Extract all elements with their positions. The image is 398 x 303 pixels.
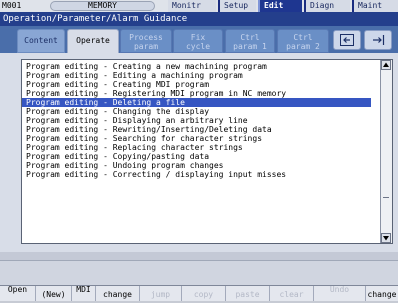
forward-arrow-icon [373,35,385,45]
tab-process-param-line2: param [133,42,159,51]
tab-operate-label: Operate [76,36,110,45]
menu-tab-setup[interactable]: Setup [218,0,256,12]
list-item[interactable]: Program editing - Rewriting/Inserting/De… [22,125,371,134]
list-item[interactable]: Program editing - Creating MDI program [22,80,371,89]
softkey-mdi[interactable]: MDI [72,286,96,301]
tab-ctrl-param-1-line1: Ctrl [240,33,260,42]
softkey-change-label: change [103,290,132,299]
guidance-tab-row: Content Operate Process param Fix cycle … [0,26,398,53]
list-item-selected[interactable]: Program editing - Deleting a file [22,98,371,107]
operation-mode-indicator: MEMORY [50,1,155,11]
softkey-new-label: (New) [41,290,66,299]
softkey-paste-label: paste [235,290,260,299]
back-arrow-icon [340,34,354,46]
softkey-jump-label: jump [150,290,171,299]
softkey-undo[interactable]: Undo [314,286,366,301]
list-item[interactable]: Program editing - Searching for characte… [22,134,371,143]
list-item[interactable]: Program editing - Replacing character st… [22,143,371,152]
tab-fix-cycle[interactable]: Fix cycle [173,29,223,53]
tab-ctrl-param-1[interactable]: Ctrl param 1 [225,29,275,53]
tab-fix-cycle-line1: Fix [190,33,206,42]
vertical-scrollbar[interactable] [380,60,392,243]
tab-content-label: Content [24,36,58,45]
tab-ctrl-param-2[interactable]: Ctrl param 2 [277,29,329,53]
softkey-open-label: Open [7,285,28,294]
forward-button[interactable] [364,30,392,50]
guidance-list-rows: Program editing - Creating a new machini… [22,62,371,179]
softkey-mode-change[interactable]: change [366,286,398,301]
tab-ctrl-param-2-line1: Ctrl [293,33,313,42]
message-bar [0,260,398,286]
scroll-position-marker[interactable] [383,197,389,198]
softkey-change[interactable]: change [96,286,140,301]
list-item[interactable]: Program editing - Correcting / displayin… [22,170,371,179]
guidance-panel: Program editing - Creating a new machini… [0,53,398,252]
menu-tab-diagn[interactable]: Diagn [304,0,350,12]
menu-tab-monitr[interactable]: Monitr [168,0,216,12]
softkey-mdi-label: MDI [76,285,91,294]
menu-tab-monitr-label: Monitr [172,1,201,10]
menu-tab-edit[interactable]: Edit [258,0,302,12]
guidance-list[interactable]: Program editing - Creating a new machini… [21,59,393,244]
program-number: M001 [2,1,22,10]
softkey-clear-label: clear [279,290,304,299]
menu-tab-maint-label: Maint [358,1,383,10]
tab-fix-cycle-line2: cycle [185,42,211,51]
scroll-down-button[interactable] [381,233,391,243]
back-button[interactable] [333,30,361,50]
softkey-paste[interactable]: paste [226,286,270,301]
status-bar: M001 MEMORY Monitr Setup Edit Diagn Main… [0,0,398,12]
tab-ctrl-param-1-line2: param 1 [233,42,267,51]
menu-tab-diagn-label: Diagn [310,1,335,10]
tab-process-param[interactable]: Process param [120,29,172,53]
menu-tab-edit-label: Edit [264,1,284,10]
softkey-undo-label: Undo [329,285,350,294]
softkey-bar: Open (New) MDI change jump copy paste cl… [0,285,398,301]
softkey-jump[interactable]: jump [140,286,182,301]
separator [0,252,398,260]
list-item[interactable]: Program editing - Registering MDI progra… [22,89,371,98]
softkey-mode-change-label: change [367,290,397,299]
list-item[interactable]: Program editing - Editing a machining pr… [22,71,371,80]
softkey-clear[interactable]: clear [270,286,314,301]
list-item[interactable]: Program editing - Undoing program change… [22,161,371,170]
softkey-copy[interactable]: copy [182,286,226,301]
list-item[interactable]: Program editing - Changing the display [22,107,371,116]
list-item[interactable]: Program editing - Copying/pasting data [22,152,371,161]
operation-mode-label: MEMORY [88,1,117,10]
tab-operate[interactable]: Operate [67,29,119,53]
softkey-new[interactable]: (New) [36,286,72,301]
menu-tab-setup-label: Setup [224,1,249,10]
triangle-up-icon [383,62,389,67]
list-item[interactable]: Program editing - Displaying an arbitrar… [22,116,371,125]
triangle-down-icon [383,236,389,241]
tab-process-param-line1: Process [129,33,163,42]
softkey-copy-label: copy [193,290,214,299]
screen-title: Operation/Parameter/Alarm Guidance [0,12,398,26]
list-item[interactable]: Program editing - Creating a new machini… [22,62,371,71]
menu-tab-maint[interactable]: Maint [352,0,398,12]
scroll-up-button[interactable] [381,60,391,70]
softkey-open[interactable]: Open [0,286,36,301]
tab-ctrl-param-2-line2: param 2 [286,42,320,51]
tab-content[interactable]: Content [17,29,65,53]
